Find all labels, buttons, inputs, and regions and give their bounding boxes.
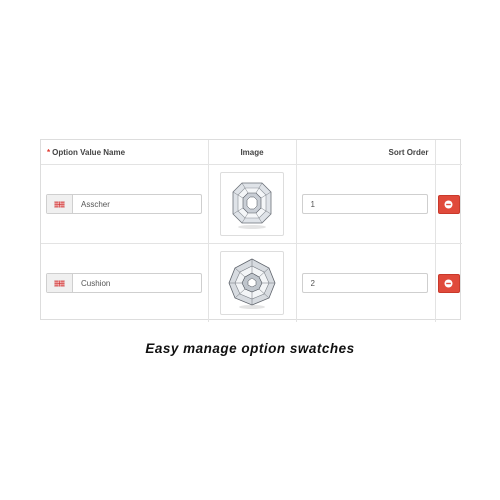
required-mark: * (47, 147, 51, 157)
option-image-cell (207, 243, 297, 322)
option-values-table: * Option Value Name Image Sort Order (40, 139, 462, 322)
sort-order-cell (295, 243, 436, 322)
uk-flag-icon (54, 279, 65, 287)
remove-button[interactable] (437, 273, 460, 293)
language-addon (47, 274, 73, 292)
table-header-row: * Option Value Name Image Sort Order (41, 140, 462, 165)
header-sort-order: Sort Order (295, 140, 436, 165)
option-name-cell (41, 164, 209, 244)
image-thumbnail[interactable] (220, 251, 284, 315)
option-name-input-group (46, 194, 202, 214)
caption-text: Easy manage option swatches (145, 341, 355, 356)
header-action (434, 140, 462, 165)
cushion-diamond-image (228, 258, 276, 309)
minus-circle-icon (444, 279, 453, 287)
image-thumbnail[interactable] (220, 172, 284, 236)
option-name-input[interactable] (73, 274, 201, 292)
table-row (41, 243, 462, 322)
remove-button[interactable] (437, 194, 460, 214)
asscher-diamond-image (232, 182, 272, 229)
sort-order-input[interactable] (301, 273, 428, 293)
header-image: Image (207, 140, 297, 165)
header-name-label: Option Value Name (52, 147, 126, 157)
action-cell (434, 243, 462, 322)
option-image-cell (207, 164, 297, 244)
header-option-value-name: * Option Value Name (41, 140, 209, 165)
option-name-cell (41, 243, 209, 322)
sort-order-cell (295, 164, 436, 244)
table-row (41, 164, 462, 244)
uk-flag-icon (54, 200, 65, 208)
option-name-input-group (46, 273, 202, 293)
language-addon (47, 195, 73, 213)
action-cell (434, 164, 462, 244)
minus-circle-icon (444, 200, 453, 208)
sort-order-input[interactable] (301, 194, 428, 214)
option-name-input[interactable] (73, 195, 201, 213)
